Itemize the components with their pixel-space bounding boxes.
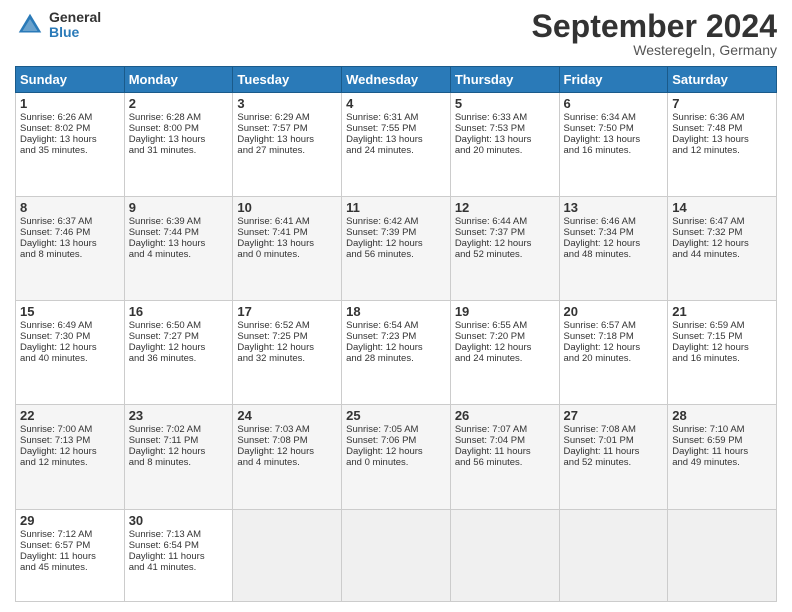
logo: General Blue: [15, 10, 101, 41]
calendar-cell: 14Sunrise: 6:47 AMSunset: 7:32 PMDayligh…: [668, 197, 777, 301]
calendar-cell: 12Sunrise: 6:44 AMSunset: 7:37 PMDayligh…: [450, 197, 559, 301]
calendar-cell: 13Sunrise: 6:46 AMSunset: 7:34 PMDayligh…: [559, 197, 668, 301]
day-number: 30: [129, 513, 229, 528]
day-number: 11: [346, 200, 446, 215]
calendar-cell: 6Sunrise: 6:34 AMSunset: 7:50 PMDaylight…: [559, 93, 668, 197]
calendar-header-tuesday: Tuesday: [233, 67, 342, 93]
calendar-week-3: 15Sunrise: 6:49 AMSunset: 7:30 PMDayligh…: [16, 301, 777, 405]
calendar-cell: 20Sunrise: 6:57 AMSunset: 7:18 PMDayligh…: [559, 301, 668, 405]
calendar-cell: [450, 509, 559, 601]
calendar-header-sunday: Sunday: [16, 67, 125, 93]
calendar-cell: 2Sunrise: 6:28 AMSunset: 8:00 PMDaylight…: [124, 93, 233, 197]
calendar-cell: 15Sunrise: 6:49 AMSunset: 7:30 PMDayligh…: [16, 301, 125, 405]
calendar-cell: 4Sunrise: 6:31 AMSunset: 7:55 PMDaylight…: [342, 93, 451, 197]
day-number: 18: [346, 304, 446, 319]
day-number: 12: [455, 200, 555, 215]
day-number: 25: [346, 408, 446, 423]
day-number: 5: [455, 96, 555, 111]
day-number: 7: [672, 96, 772, 111]
day-number: 6: [564, 96, 664, 111]
calendar-cell: 30Sunrise: 7:13 AMSunset: 6:54 PMDayligh…: [124, 509, 233, 601]
calendar-cell: 9Sunrise: 6:39 AMSunset: 7:44 PMDaylight…: [124, 197, 233, 301]
day-number: 16: [129, 304, 229, 319]
calendar-cell: 3Sunrise: 6:29 AMSunset: 7:57 PMDaylight…: [233, 93, 342, 197]
calendar-header-friday: Friday: [559, 67, 668, 93]
calendar-cell: [342, 509, 451, 601]
calendar-header-monday: Monday: [124, 67, 233, 93]
location: Westeregeln, Germany: [532, 42, 777, 58]
calendar-cell: 7Sunrise: 6:36 AMSunset: 7:48 PMDaylight…: [668, 93, 777, 197]
month-title: September 2024: [532, 10, 777, 42]
calendar-cell: 1Sunrise: 6:26 AMSunset: 8:02 PMDaylight…: [16, 93, 125, 197]
calendar-week-2: 8Sunrise: 6:37 AMSunset: 7:46 PMDaylight…: [16, 197, 777, 301]
day-number: 28: [672, 408, 772, 423]
calendar-header-wednesday: Wednesday: [342, 67, 451, 93]
calendar-cell: 21Sunrise: 6:59 AMSunset: 7:15 PMDayligh…: [668, 301, 777, 405]
calendar-cell: 19Sunrise: 6:55 AMSunset: 7:20 PMDayligh…: [450, 301, 559, 405]
calendar-header-row: SundayMondayTuesdayWednesdayThursdayFrid…: [16, 67, 777, 93]
day-number: 21: [672, 304, 772, 319]
day-number: 9: [129, 200, 229, 215]
day-number: 13: [564, 200, 664, 215]
calendar-cell: 22Sunrise: 7:00 AMSunset: 7:13 PMDayligh…: [16, 405, 125, 509]
day-number: 15: [20, 304, 120, 319]
logo-text: General Blue: [49, 10, 101, 41]
calendar-cell: [233, 509, 342, 601]
day-number: 22: [20, 408, 120, 423]
day-number: 4: [346, 96, 446, 111]
calendar-cell: 5Sunrise: 6:33 AMSunset: 7:53 PMDaylight…: [450, 93, 559, 197]
calendar-cell: 28Sunrise: 7:10 AMSunset: 6:59 PMDayligh…: [668, 405, 777, 509]
calendar-cell: 26Sunrise: 7:07 AMSunset: 7:04 PMDayligh…: [450, 405, 559, 509]
calendar-cell: 10Sunrise: 6:41 AMSunset: 7:41 PMDayligh…: [233, 197, 342, 301]
calendar-cell: 16Sunrise: 6:50 AMSunset: 7:27 PMDayligh…: [124, 301, 233, 405]
header: General Blue September 2024 Westeregeln,…: [15, 10, 777, 58]
calendar-cell: 25Sunrise: 7:05 AMSunset: 7:06 PMDayligh…: [342, 405, 451, 509]
day-number: 27: [564, 408, 664, 423]
calendar-cell: 23Sunrise: 7:02 AMSunset: 7:11 PMDayligh…: [124, 405, 233, 509]
page: General Blue September 2024 Westeregeln,…: [0, 0, 792, 612]
day-number: 24: [237, 408, 337, 423]
calendar-cell: 11Sunrise: 6:42 AMSunset: 7:39 PMDayligh…: [342, 197, 451, 301]
day-number: 20: [564, 304, 664, 319]
calendar-cell: [668, 509, 777, 601]
logo-general: General: [49, 10, 101, 25]
day-number: 3: [237, 96, 337, 111]
calendar-cell: 18Sunrise: 6:54 AMSunset: 7:23 PMDayligh…: [342, 301, 451, 405]
calendar-cell: 29Sunrise: 7:12 AMSunset: 6:57 PMDayligh…: [16, 509, 125, 601]
calendar-cell: 8Sunrise: 6:37 AMSunset: 7:46 PMDaylight…: [16, 197, 125, 301]
day-number: 10: [237, 200, 337, 215]
day-number: 8: [20, 200, 120, 215]
calendar-header-saturday: Saturday: [668, 67, 777, 93]
calendar-table: SundayMondayTuesdayWednesdayThursdayFrid…: [15, 66, 777, 602]
logo-icon: [15, 10, 45, 40]
logo-blue: Blue: [49, 25, 101, 40]
day-number: 2: [129, 96, 229, 111]
calendar-week-5: 29Sunrise: 7:12 AMSunset: 6:57 PMDayligh…: [16, 509, 777, 601]
day-number: 29: [20, 513, 120, 528]
calendar-cell: [559, 509, 668, 601]
calendar-header-thursday: Thursday: [450, 67, 559, 93]
calendar-week-1: 1Sunrise: 6:26 AMSunset: 8:02 PMDaylight…: [16, 93, 777, 197]
calendar-cell: 27Sunrise: 7:08 AMSunset: 7:01 PMDayligh…: [559, 405, 668, 509]
day-number: 14: [672, 200, 772, 215]
day-number: 1: [20, 96, 120, 111]
calendar-week-4: 22Sunrise: 7:00 AMSunset: 7:13 PMDayligh…: [16, 405, 777, 509]
day-number: 19: [455, 304, 555, 319]
day-number: 23: [129, 408, 229, 423]
day-number: 26: [455, 408, 555, 423]
calendar-cell: 24Sunrise: 7:03 AMSunset: 7:08 PMDayligh…: [233, 405, 342, 509]
calendar-cell: 17Sunrise: 6:52 AMSunset: 7:25 PMDayligh…: [233, 301, 342, 405]
title-block: September 2024 Westeregeln, Germany: [532, 10, 777, 58]
day-number: 17: [237, 304, 337, 319]
